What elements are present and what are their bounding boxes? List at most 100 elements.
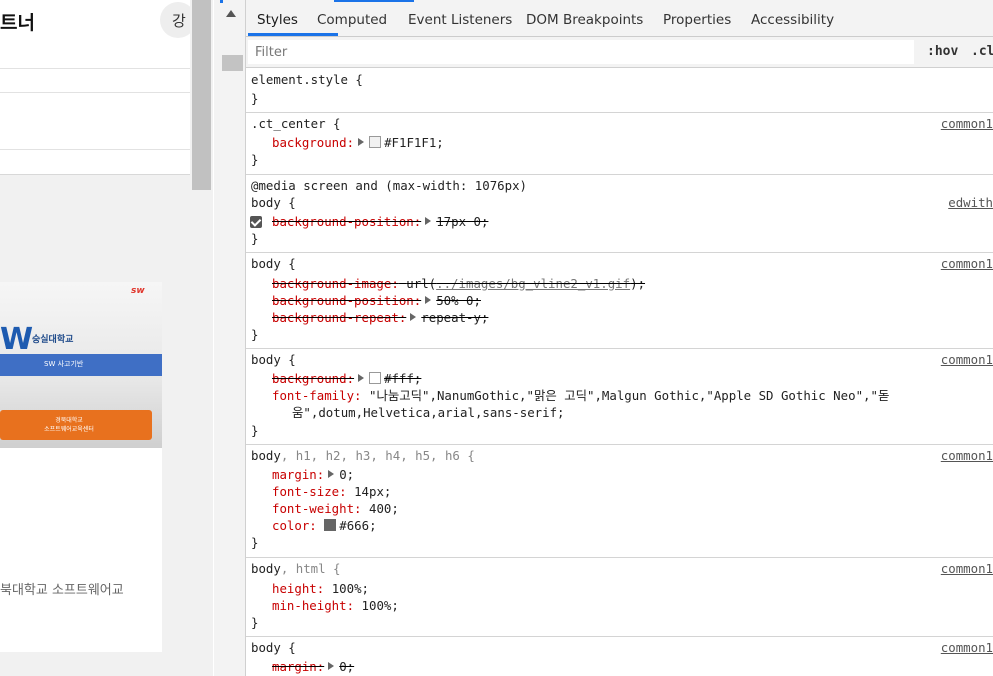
style-declaration[interactable]: min-height: 100%; — [272, 597, 399, 614]
rule-source-link[interactable]: edwith — [948, 194, 993, 211]
style-declaration[interactable]: margin: 0; — [272, 466, 354, 483]
rule-selector[interactable]: body { — [251, 194, 296, 211]
style-rule: @media screen and (max-width: 1076px) bo… — [246, 175, 993, 253]
selector-match: body — [251, 561, 281, 576]
expand-arrow-icon[interactable] — [425, 296, 432, 304]
selector-rest: , html { — [280, 561, 341, 576]
color-swatch-icon[interactable] — [369, 372, 382, 384]
style-declaration[interactable]: font-weight: 400; — [272, 500, 399, 517]
scroll-up-arrow-icon[interactable] — [226, 10, 236, 17]
style-declaration[interactable]: background-image: url(../images/bg_vline… — [272, 275, 645, 292]
tab-event-listeners[interactable]: Event Listeners — [408, 12, 512, 28]
color-swatch-icon[interactable] — [369, 136, 382, 148]
property-name[interactable]: min-height: — [272, 598, 354, 613]
rule-source-link[interactable]: common1 — [941, 639, 993, 656]
style-declaration[interactable]: background: #fff; — [272, 370, 421, 387]
property-value[interactable]: #F1F1F1; — [384, 135, 444, 150]
property-name[interactable]: font-size: — [272, 484, 347, 499]
expand-arrow-icon[interactable] — [358, 374, 365, 382]
tab-computed[interactable]: Computed — [317, 12, 387, 28]
style-declaration[interactable]: height: 100%; — [272, 580, 369, 597]
property-name[interactable]: font-weight: — [272, 501, 362, 516]
property-name[interactable]: margin: — [272, 659, 324, 674]
rule-selector[interactable]: body, h1, h2, h3, h4, h5, h6 { — [251, 447, 475, 464]
property-value-prefix: url( — [406, 276, 437, 291]
property-name[interactable]: background-image: — [272, 276, 399, 291]
property-value-continued[interactable]: 움",dotum,Helvetica,arial,sans-serif; — [292, 404, 565, 421]
rule-selector[interactable]: body { — [251, 639, 296, 656]
tab-accessibility[interactable]: Accessibility — [751, 12, 834, 28]
rule-source-link[interactable]: common1 — [941, 351, 993, 368]
property-name[interactable]: height: — [272, 581, 324, 596]
cls-toggle-button[interactable]: .cl — [971, 44, 993, 59]
style-declaration[interactable]: background-repeat: repeat-y; — [272, 309, 488, 326]
style-declaration[interactable]: background-position: 17px 0; — [272, 213, 488, 230]
property-value[interactable]: 14px; — [354, 484, 391, 499]
banner-blue-bar-text: SW 사고기반 — [44, 360, 84, 368]
rule-close-brace: } — [251, 615, 259, 630]
hov-toggle-button[interactable]: :hov — [927, 44, 958, 59]
rule-selector[interactable]: element.style { — [251, 71, 363, 88]
dom-scrollbar-thumb[interactable] — [222, 55, 243, 71]
property-value[interactable]: "나눔고딕",NanumGothic,"맑은 고딕",Malgun Gothic… — [369, 388, 889, 403]
property-value[interactable]: #666; — [339, 518, 376, 533]
property-value[interactable]: 100%; — [332, 581, 369, 596]
style-declaration[interactable]: font-size: 14px; — [272, 483, 391, 500]
rule-selector[interactable]: body { — [251, 255, 296, 272]
selector-rest: , h1, h2, h3, h4, h5, h6 { — [280, 448, 475, 463]
course-caption[interactable]: 북대학교 소프트웨어교 — [0, 579, 124, 598]
styles-filter-bar: Filter :hov .cl — [246, 37, 993, 68]
property-value[interactable]: 17px 0; — [436, 214, 488, 229]
page-header-title: 트너 — [0, 12, 35, 34]
property-name[interactable]: color: — [272, 518, 317, 533]
expand-arrow-icon[interactable] — [328, 470, 335, 478]
media-query: @media screen and (max-width: 1076px) — [251, 178, 528, 193]
property-value[interactable]: 0; — [339, 467, 354, 482]
expand-arrow-icon[interactable] — [358, 138, 365, 146]
url-link[interactable]: ../images/bg_vline2_v1.gif — [436, 276, 630, 291]
property-name[interactable]: background: — [272, 135, 354, 150]
tab-styles[interactable]: Styles — [257, 12, 298, 28]
rule-source-link[interactable]: common1 — [941, 255, 993, 272]
tab-dom-breakpoints[interactable]: DOM Breakpoints — [526, 12, 643, 28]
property-value[interactable]: #fff; — [384, 371, 421, 386]
tab-properties[interactable]: Properties — [663, 12, 731, 28]
rule-selector[interactable]: .ct_center { — [251, 115, 341, 132]
property-name[interactable]: background: — [272, 371, 354, 386]
style-declaration[interactable]: font-family: "나눔고딕",NanumGothic,"맑은 고딕",… — [272, 387, 889, 404]
property-name[interactable]: background-position: — [272, 214, 421, 229]
style-rule: body { common1 background-image: url(../… — [246, 253, 993, 349]
style-declaration[interactable]: background-position: 50% 0; — [272, 292, 481, 309]
course-banner-image[interactable]: sw W 숭실대학교 SW 사고기반 경북대학교 소프트웨어교육센터 — [0, 282, 162, 448]
style-rule: body { common1 margin: 0; — [246, 637, 993, 676]
property-name[interactable]: background-repeat: — [272, 310, 406, 325]
rule-source-link[interactable]: common1 — [941, 560, 993, 577]
expand-arrow-icon[interactable] — [425, 217, 432, 225]
rule-close-brace: } — [251, 423, 259, 438]
property-value[interactable]: 100%; — [362, 598, 399, 613]
property-name[interactable]: font-family: — [272, 388, 362, 403]
expand-arrow-icon[interactable] — [410, 313, 417, 321]
expand-arrow-icon[interactable] — [328, 662, 335, 670]
style-declaration[interactable]: color: #666; — [272, 517, 377, 534]
property-name[interactable]: margin: — [272, 467, 324, 482]
style-declaration[interactable]: margin: 0; — [272, 658, 354, 675]
property-value[interactable]: 400; — [369, 501, 399, 516]
styles-filter-input[interactable]: Filter — [248, 40, 914, 64]
page-header: 트너 강 — [0, 0, 196, 68]
rule-source-link[interactable]: common1 — [941, 115, 993, 132]
rule-source-link[interactable]: common1 — [941, 447, 993, 464]
property-value[interactable]: 0; — [339, 659, 354, 674]
property-name[interactable]: background-position: — [272, 293, 421, 308]
property-checkbox-icon[interactable] — [250, 216, 262, 228]
page-scrollbar-thumb[interactable] — [192, 0, 211, 190]
active-tab-indicator — [248, 33, 338, 36]
banner-sw-logo: sw — [131, 286, 145, 296]
color-swatch-icon[interactable] — [324, 519, 337, 531]
page-nav-band — [0, 68, 190, 93]
property-value[interactable]: repeat-y; — [421, 310, 488, 325]
rule-selector[interactable]: body, html { — [251, 560, 341, 577]
property-value[interactable]: 50% 0; — [436, 293, 481, 308]
rule-selector[interactable]: body { — [251, 351, 296, 368]
style-declaration[interactable]: background: #F1F1F1; — [272, 134, 444, 151]
